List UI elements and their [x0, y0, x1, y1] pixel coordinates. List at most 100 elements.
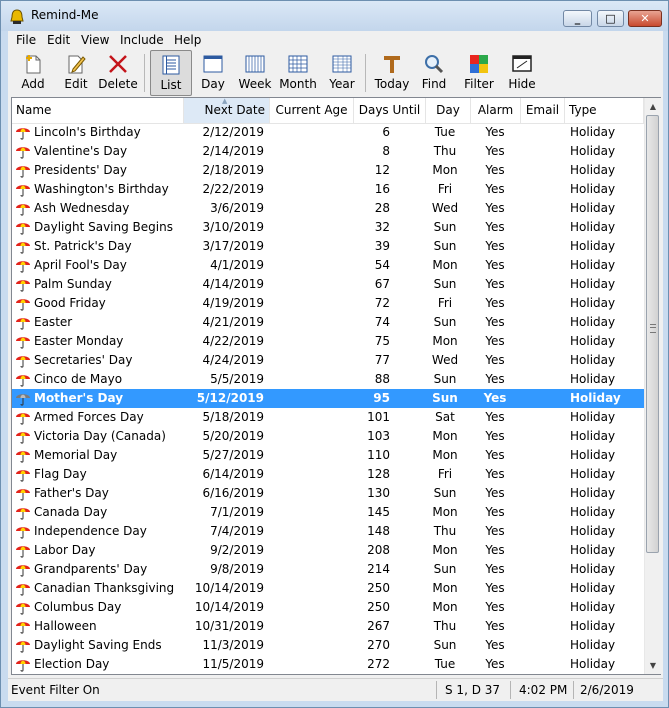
row-type: Holiday [570, 448, 616, 462]
row-type: Holiday [570, 220, 616, 234]
column-alarm-label: Alarm [477, 103, 514, 117]
row-days-until: 74 [374, 315, 390, 329]
row-type: Holiday [570, 543, 616, 557]
status-filter: Event Filter On [11, 683, 100, 697]
umbrella-icon [16, 280, 30, 292]
row-days-until: 39 [374, 239, 390, 253]
list-item[interactable]: Daylight Saving Ends 11/3/2019 270 Sun Yes Ho… [12, 636, 644, 655]
list-item[interactable]: Cinco de Mayo 5/5/2019 88 Sun Yes Holiday [12, 370, 644, 389]
grip-icon [650, 324, 656, 333]
find-button[interactable]: Find [418, 50, 450, 96]
column-header-email[interactable]: Email [521, 98, 565, 123]
list-item[interactable]: Armed Forces Day 5/18/2019 101 Sat Yes Holida… [12, 408, 644, 427]
filter-button[interactable]: Filter [459, 50, 499, 96]
row-name: Daylight Saving Begins [34, 220, 173, 234]
list-item[interactable]: Grandparents' Day 9/8/2019 214 Sun Yes Holida… [12, 560, 644, 579]
close-button[interactable]: ✕ [628, 10, 662, 27]
status-bar: Event Filter On S 1, D 37 4:02 PM 2/6/20… [8, 678, 663, 701]
row-alarm: Yes [485, 410, 505, 424]
row-name: April Fool's Day [34, 258, 127, 272]
list-item[interactable]: Ash Wednesday 3/6/2019 28 Wed Yes Holiday [12, 199, 644, 218]
list-item[interactable]: Independence Day 7/4/2019 148 Thu Yes Holiday [12, 522, 644, 541]
row-alarm: Yes [485, 486, 505, 500]
list-item[interactable]: Daylight Saving Begins 3/10/2019 32 Sun Yes H… [12, 218, 644, 237]
row-type: Holiday [570, 562, 616, 576]
list-item[interactable]: Easter Monday 4/22/2019 75 Mon Yes Holiday [12, 332, 644, 351]
list-item[interactable]: Columbus Day 10/14/2019 250 Mon Yes Holiday [12, 598, 644, 617]
week-view-button[interactable]: Week [236, 50, 274, 96]
row-next-date: 3/6/2019 [210, 201, 264, 215]
column-header-day[interactable]: Day [426, 98, 471, 123]
maximize-button[interactable]: □ [597, 10, 624, 27]
row-next-date: 3/17/2019 [202, 239, 264, 253]
list-item[interactable]: Canada Day 7/1/2019 145 Mon Yes Holiday [12, 503, 644, 522]
column-header-name[interactable]: Name [12, 98, 184, 123]
row-type: Holiday [570, 600, 616, 614]
row-name: Labor Day [34, 543, 96, 557]
list-item[interactable]: Palm Sunday 4/14/2019 67 Sun Yes Holiday [12, 275, 644, 294]
list-item[interactable]: Election Day 11/5/2019 272 Tue Yes Holiday [12, 655, 644, 674]
list-item[interactable]: Father's Day 6/16/2019 130 Sun Yes Holiday [12, 484, 644, 503]
find-label: Find [421, 77, 447, 91]
year-view-button[interactable]: Year [326, 50, 358, 96]
row-alarm: Yes [485, 543, 505, 557]
row-alarm: Yes [485, 258, 505, 272]
column-type-label: Type [569, 103, 597, 117]
list-item[interactable]: Lincoln's Birthday 2/12/2019 6 Tue Yes Holida… [12, 123, 644, 142]
list-item[interactable]: Valentine's Day 2/14/2019 8 Thu Yes Holiday [12, 142, 644, 161]
minimize-button[interactable]: _ [563, 10, 592, 27]
list-view-button[interactable]: List [150, 50, 192, 96]
list-item[interactable]: Presidents' Day 2/18/2019 12 Mon Yes Holiday [12, 161, 644, 180]
list-item[interactable]: Mother's Day 5/12/2019 95 Sun Yes Holiday [12, 389, 644, 408]
row-days-until: 110 [367, 448, 390, 462]
row-alarm: Yes [485, 201, 505, 215]
day-view-button[interactable]: Day [197, 50, 229, 96]
list-item[interactable]: Memorial Day 5/27/2019 110 Mon Yes Holiday [12, 446, 644, 465]
row-days-until: 103 [367, 429, 390, 443]
menu-include[interactable]: Include [120, 33, 164, 47]
scroll-down-icon[interactable]: ▼ [645, 657, 661, 674]
list-item[interactable]: Flag Day 6/14/2019 128 Fri Yes Holiday [12, 465, 644, 484]
row-name: Ash Wednesday [34, 201, 130, 215]
column-header-current-age[interactable]: Current Age [270, 98, 354, 123]
row-type: Holiday [570, 429, 616, 443]
list-item[interactable]: Good Friday 4/19/2019 72 Fri Yes Holiday [12, 294, 644, 313]
list-item[interactable]: Washington's Birthday 2/22/2019 16 Fri Yes Ho… [12, 180, 644, 199]
umbrella-icon [16, 413, 30, 425]
column-header-type[interactable]: Type [565, 98, 644, 123]
list-item[interactable]: Halloween 10/31/2019 267 Thu Yes Holiday [12, 617, 644, 636]
menu-view[interactable]: View [81, 33, 109, 47]
row-name: Secretaries' Day [34, 353, 133, 367]
month-view-button[interactable]: Month [278, 50, 318, 96]
umbrella-icon [16, 660, 30, 672]
scroll-up-icon[interactable]: ▲ [645, 98, 661, 115]
list-item[interactable]: April Fool's Day 4/1/2019 54 Mon Yes Holiday [12, 256, 644, 275]
scrollbar-thumb[interactable] [646, 115, 659, 553]
vertical-scrollbar[interactable]: ▲ ▼ [644, 98, 661, 674]
list-item[interactable]: Easter 4/21/2019 74 Sun Yes Holiday [12, 313, 644, 332]
row-alarm: Yes [485, 562, 505, 576]
add-button[interactable]: Add [15, 50, 51, 96]
row-day: Sun [433, 562, 457, 576]
list-item[interactable]: St. Patrick's Day 3/17/2019 39 Sun Yes Holida… [12, 237, 644, 256]
delete-button[interactable]: Delete [98, 50, 138, 96]
row-type: Holiday [570, 353, 616, 367]
row-alarm: Yes [485, 657, 505, 671]
title-bar[interactable]: Remind-Me _ □ ✕ [1, 1, 668, 31]
column-header-alarm[interactable]: Alarm [471, 98, 521, 123]
list-item[interactable]: Victoria Day (Canada) 5/20/2019 103 Mon Yes H… [12, 427, 644, 446]
event-list[interactable]: Name Next Date ▲ Current Age Days Until … [11, 97, 661, 675]
list-item[interactable]: Secretaries' Day 4/24/2019 77 Wed Yes Holiday [12, 351, 644, 370]
today-button[interactable]: Today [372, 50, 412, 96]
edit-button[interactable]: Edit [58, 50, 94, 96]
menu-edit[interactable]: Edit [47, 33, 70, 47]
hide-button[interactable]: Hide [504, 50, 540, 96]
row-day: Mon [432, 429, 458, 443]
column-header-days-until[interactable]: Days Until [354, 98, 426, 123]
list-item[interactable]: Canadian Thanksgiving 10/14/2019 250 Mon Yes… [12, 579, 644, 598]
row-type: Holiday [570, 182, 616, 196]
row-name: Lincoln's Birthday [34, 125, 141, 139]
menu-file[interactable]: File [16, 33, 36, 47]
list-item[interactable]: Labor Day 9/2/2019 208 Mon Yes Holiday [12, 541, 644, 560]
menu-help[interactable]: Help [174, 33, 201, 47]
